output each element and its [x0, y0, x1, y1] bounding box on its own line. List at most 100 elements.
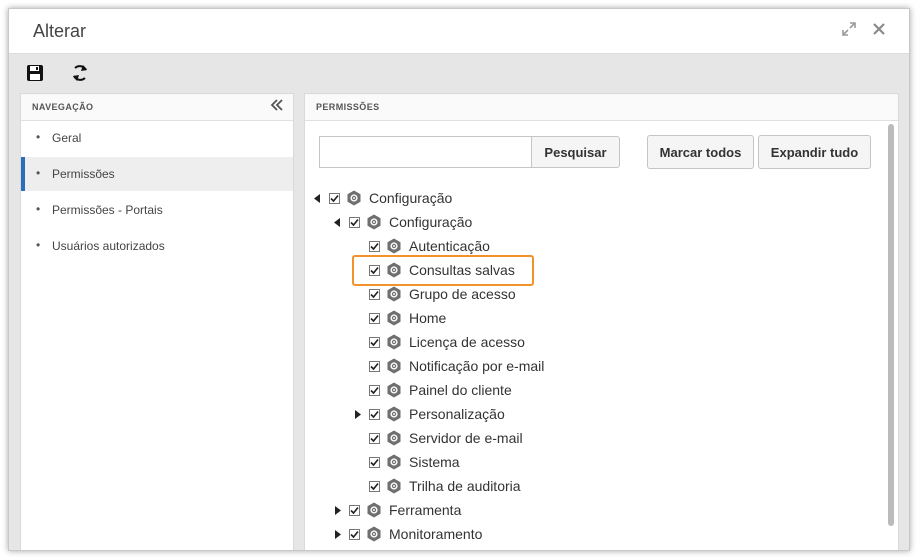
- nav-item-label: Geral: [52, 131, 82, 145]
- tree-node-label[interactable]: Notificação por e-mail: [409, 358, 544, 374]
- expand-all-button[interactable]: Expandir tudo: [758, 135, 871, 169]
- caret-left-icon[interactable]: [313, 193, 321, 203]
- settings-icon: [386, 454, 402, 470]
- checkbox[interactable]: [329, 192, 340, 204]
- checkbox[interactable]: [349, 528, 360, 540]
- search-input[interactable]: [319, 136, 531, 168]
- collapse-icon[interactable]: [269, 97, 285, 116]
- arrow-spacer: [353, 241, 361, 251]
- settings-icon: [366, 214, 382, 230]
- nav-item-permissoes-portais[interactable]: • Permissões - Portais: [21, 193, 293, 227]
- permissions-header-label: PERMISSÕES: [316, 102, 380, 112]
- checkbox[interactable]: [369, 432, 380, 444]
- settings-icon: [386, 286, 402, 302]
- permissions-header: PERMISSÕES: [305, 94, 898, 121]
- bullet-icon: •: [36, 202, 41, 216]
- tree-node-label[interactable]: Ferramenta: [389, 502, 461, 518]
- tree-node-label[interactable]: Painel do cliente: [409, 382, 512, 398]
- close-icon[interactable]: [870, 21, 888, 39]
- tree-node: Monitoramento: [333, 523, 482, 545]
- tree-node: Notificação por e-mail: [353, 355, 544, 377]
- caret-right-icon[interactable]: [333, 529, 341, 539]
- tree-node: Painel do cliente: [353, 379, 512, 401]
- checkbox[interactable]: [369, 288, 380, 300]
- tree-node-label[interactable]: Servidor de e-mail: [409, 430, 523, 446]
- settings-icon: [386, 238, 402, 254]
- tree-node-label[interactable]: Licença de acesso: [409, 334, 525, 350]
- arrow-spacer: [353, 361, 361, 371]
- caret-right-icon[interactable]: [353, 409, 361, 419]
- navigation-header: NAVEGAÇÃO: [21, 94, 293, 121]
- arrow-spacer: [353, 457, 361, 467]
- tree-node: Servidor de e-mail: [353, 427, 523, 449]
- tree-node: Configuração: [333, 211, 472, 233]
- settings-icon: [386, 310, 402, 326]
- caret-right-icon[interactable]: [333, 505, 341, 515]
- checkbox[interactable]: [369, 240, 380, 252]
- checkbox[interactable]: [369, 336, 380, 348]
- tree-node-label[interactable]: Sistema: [409, 454, 460, 470]
- arrow-spacer: [353, 433, 361, 443]
- nav-item-label: Permissões: [52, 167, 115, 181]
- checkbox[interactable]: [349, 504, 360, 516]
- alterar-dialog: Alterar NAVEGAÇÃO • Geral • Permissões •…: [8, 8, 910, 551]
- checkbox[interactable]: [369, 384, 380, 396]
- checkbox[interactable]: [369, 312, 380, 324]
- expand-icon[interactable]: [840, 21, 858, 39]
- tree-node-label[interactable]: Home: [409, 310, 446, 326]
- tree-node-label[interactable]: Configuração: [389, 214, 472, 230]
- checkbox[interactable]: [369, 480, 380, 492]
- tree-node-label[interactable]: Grupo de acesso: [409, 286, 516, 302]
- tree-node: Licença de acesso: [353, 331, 525, 353]
- settings-icon: [386, 358, 402, 374]
- select-all-button[interactable]: Marcar todos: [647, 135, 754, 169]
- highlight-box: [352, 255, 534, 286]
- tree-node-label[interactable]: Configuração: [369, 190, 452, 206]
- tree-node: Configuração: [313, 187, 452, 209]
- tree-node-label[interactable]: Personalização: [409, 406, 505, 422]
- tree-node: Grupo de acesso: [353, 283, 516, 305]
- bullet-icon: •: [36, 166, 41, 180]
- settings-icon: [366, 502, 382, 518]
- toolbar: [9, 54, 909, 92]
- navigation-header-label: NAVEGAÇÃO: [32, 102, 94, 112]
- save-icon[interactable]: [23, 61, 47, 85]
- settings-icon: [346, 190, 362, 206]
- bullet-icon: •: [36, 238, 41, 252]
- settings-icon: [386, 334, 402, 350]
- nav-item-label: Permissões - Portais: [52, 203, 163, 217]
- nav-item-permissoes[interactable]: • Permissões: [21, 157, 293, 191]
- tree-node-label[interactable]: Monitoramento: [389, 526, 482, 542]
- search-button[interactable]: Pesquisar: [531, 136, 620, 168]
- nav-item-label: Usuários autorizados: [52, 239, 165, 253]
- permissions-panel: PERMISSÕES Pesquisar Marcar todos Expand…: [304, 93, 899, 550]
- settings-icon: [366, 526, 382, 542]
- settings-icon: [386, 406, 402, 422]
- settings-icon: [386, 382, 402, 398]
- tree-node: Autenticação: [353, 235, 490, 257]
- settings-icon: [386, 430, 402, 446]
- arrow-spacer: [353, 313, 361, 323]
- scrollbar[interactable]: [888, 124, 894, 526]
- arrow-spacer: [353, 337, 361, 347]
- checkbox[interactable]: [369, 456, 380, 468]
- navigation-panel: NAVEGAÇÃO • Geral • Permissões • Permiss…: [20, 93, 294, 550]
- checkbox[interactable]: [369, 408, 380, 420]
- caret-left-icon[interactable]: [333, 217, 341, 227]
- tree-node-label[interactable]: Trilha de auditoria: [409, 478, 521, 494]
- arrow-spacer: [353, 481, 361, 491]
- nav-item-usuarios-autorizados[interactable]: • Usuários autorizados: [21, 229, 293, 263]
- nav-item-geral[interactable]: • Geral: [21, 121, 293, 155]
- refresh-icon[interactable]: [68, 61, 92, 85]
- checkbox[interactable]: [369, 360, 380, 372]
- tree-node: Home: [353, 307, 446, 329]
- bullet-icon: •: [36, 130, 41, 144]
- tree-node-label[interactable]: Autenticação: [409, 238, 490, 254]
- dialog-title: Alterar: [33, 21, 87, 41]
- tree-node: Trilha de auditoria: [353, 475, 521, 497]
- settings-icon: [386, 478, 402, 494]
- arrow-spacer: [353, 385, 361, 395]
- tree-node: Ferramenta: [333, 499, 461, 521]
- checkbox[interactable]: [349, 216, 360, 228]
- tree-node: Sistema: [353, 451, 460, 473]
